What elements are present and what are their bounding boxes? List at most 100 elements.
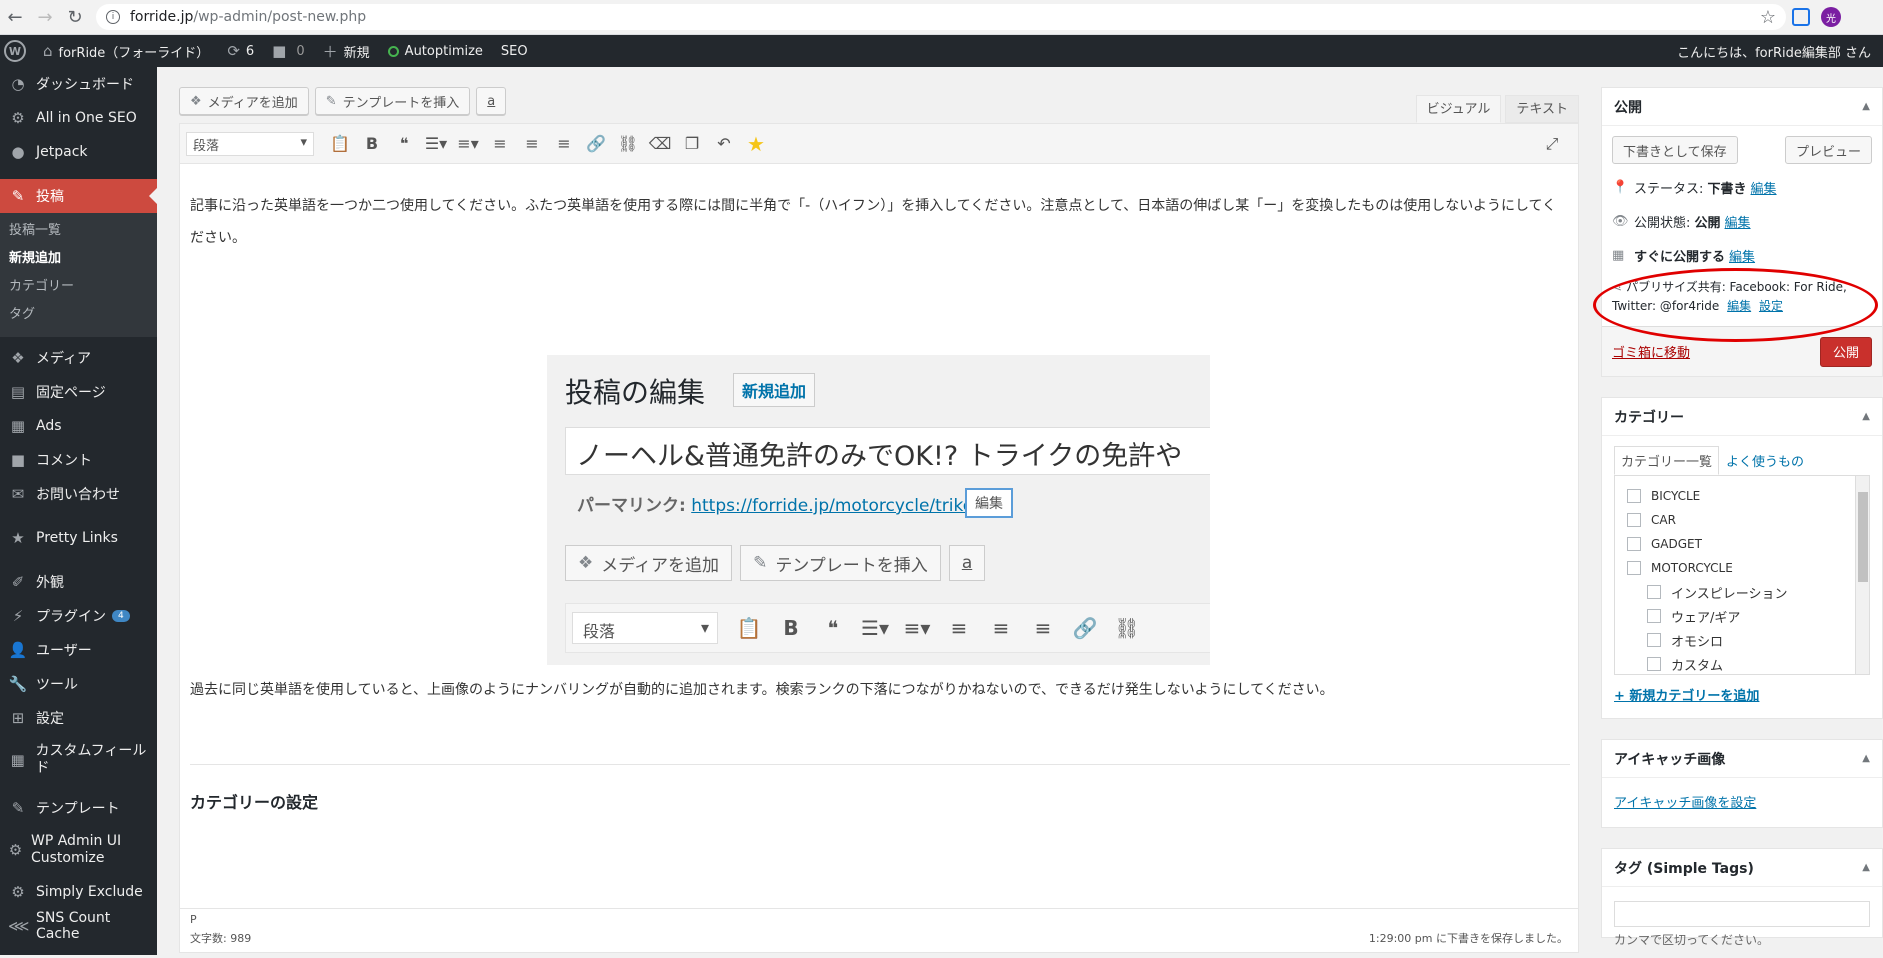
autoptimize-link[interactable]: Autoptimize: [379, 35, 492, 67]
sidebar-item-tools[interactable]: 🔧 ツール: [0, 667, 157, 701]
submenu-tags[interactable]: タグ: [0, 301, 157, 329]
format-select[interactable]: 段落: [186, 131, 314, 156]
status-edit-link[interactable]: 編集: [1751, 178, 1777, 197]
sidebar-item-pages[interactable]: ▤ 固定ページ: [0, 375, 157, 409]
comments-link[interactable]: ■ 0: [263, 35, 313, 67]
sidebar-item-posts[interactable]: ✎ 投稿: [0, 179, 157, 213]
profile-avatar[interactable]: 光: [1816, 2, 1846, 32]
submenu-add-new[interactable]: 新規追加: [0, 245, 157, 273]
amazon-button[interactable]: a: [476, 87, 507, 115]
category-scrollbar[interactable]: [1855, 476, 1869, 674]
visibility-edit-link[interactable]: 編集: [1725, 212, 1751, 231]
forward-icon[interactable]: →: [30, 2, 60, 32]
sidebar-item-media[interactable]: ❖ メディア: [0, 341, 157, 375]
link-icon[interactable]: 🔗: [580, 129, 612, 159]
tags-box-header[interactable]: タグ (Simple Tags) ▲: [1602, 849, 1882, 887]
sidebar-item-wp-admin-ui-customize[interactable]: ⚙ WP Admin UI Customize: [0, 825, 157, 875]
move-to-trash-link[interactable]: ゴミ箱に移動: [1612, 342, 1690, 361]
category-item[interactable]: ウェア/ギア: [1627, 604, 1857, 628]
submenu-all-posts[interactable]: 投稿一覧: [0, 217, 157, 245]
star-icon[interactable]: ★: [740, 129, 772, 159]
scrollbar-thumb[interactable]: [1858, 492, 1868, 582]
bold-icon[interactable]: B: [356, 129, 388, 159]
sidebar-item-simply-exclude[interactable]: ⚙ Simply Exclude: [0, 875, 157, 909]
category-item[interactable]: GADGET: [1627, 532, 1857, 556]
site-info-icon[interactable]: i: [106, 10, 120, 24]
insert-template-button[interactable]: ✎ テンプレートを挿入: [314, 87, 471, 115]
add-media-button[interactable]: ❖ メディアを追加: [179, 87, 309, 115]
updates-link[interactable]: ⟳ 6: [218, 35, 263, 67]
numbered-list-icon[interactable]: ≡▾: [452, 129, 484, 159]
tab-all-categories[interactable]: カテゴリー一覧: [1614, 446, 1720, 475]
checkbox[interactable]: [1627, 537, 1641, 551]
sidebar-item-ads[interactable]: ▦ Ads: [0, 409, 157, 443]
tab-visual[interactable]: ビジュアル: [1415, 95, 1502, 123]
save-draft-button[interactable]: 下書きとして保存: [1612, 136, 1738, 164]
checkbox[interactable]: [1627, 489, 1641, 503]
bullet-list-icon[interactable]: ☰▾: [420, 129, 452, 159]
tags-input[interactable]: [1614, 901, 1870, 927]
align-center-icon[interactable]: ≡: [516, 129, 548, 159]
sidebar-item-dashboard[interactable]: ◔ ダッシュボード: [0, 67, 157, 101]
sidebar-item-comments[interactable]: ■ コメント: [0, 443, 157, 477]
categories-box-header[interactable]: カテゴリー ▲: [1602, 398, 1882, 436]
sidebar-item-all-in-one-seo[interactable]: ⚙ All in One SEO: [0, 101, 157, 135]
align-left-icon[interactable]: ≡: [484, 129, 516, 159]
seo-link[interactable]: SEO: [492, 35, 537, 67]
howdy-account-link[interactable]: こんにちは、forRide編集部 さん: [1668, 35, 1883, 67]
collapse-arrow-icon[interactable]: ▲: [1862, 753, 1870, 764]
preview-button[interactable]: プレビュー: [1784, 136, 1872, 164]
tab-text[interactable]: テキスト: [1505, 95, 1579, 123]
extension-icon[interactable]: [1786, 2, 1816, 32]
address-bar[interactable]: i forride.jp/wp-admin/post-new.php ☆: [96, 4, 1786, 30]
sidebar-item-custom-fields[interactable]: ▦ カスタムフィールド: [0, 735, 157, 785]
undo-icon[interactable]: ↶: [708, 129, 740, 159]
reload-icon[interactable]: ↻: [60, 2, 90, 32]
checkbox[interactable]: [1647, 609, 1661, 623]
checkbox[interactable]: [1627, 561, 1641, 575]
collapse-arrow-icon[interactable]: ▲: [1862, 101, 1870, 112]
category-item[interactable]: オモシロ: [1627, 628, 1857, 652]
collapse-arrow-icon[interactable]: ▲: [1862, 411, 1870, 422]
category-item[interactable]: BICYCLE: [1627, 484, 1857, 508]
paste-icon[interactable]: 📋: [324, 129, 356, 159]
sidebar-item-settings[interactable]: ⊞ 設定: [0, 701, 157, 735]
checkbox[interactable]: [1647, 585, 1661, 599]
fullscreen-icon[interactable]: ⤢: [1536, 129, 1568, 159]
tab-popular-categories[interactable]: よく使うもの: [1719, 446, 1811, 475]
blockquote-icon[interactable]: ❝: [388, 129, 420, 159]
category-checklist[interactable]: BICYCLE CAR GADGET MOTORCYCLE インスピレーション …: [1614, 475, 1870, 675]
align-right-icon[interactable]: ≡: [548, 129, 580, 159]
checkbox[interactable]: [1647, 633, 1661, 647]
featured-image-header[interactable]: アイキャッチ画像 ▲: [1602, 740, 1882, 778]
wordpress-logo-icon[interactable]: W: [4, 40, 26, 62]
new-content-link[interactable]: ＋ 新規: [314, 35, 379, 67]
add-new-category-link[interactable]: + 新規カテゴリーを追加: [1614, 689, 1759, 704]
set-featured-image-link[interactable]: アイキャッチ画像を設定: [1614, 796, 1756, 811]
schedule-edit-link[interactable]: 編集: [1729, 246, 1755, 265]
editor-content[interactable]: 記事に沿った英単語を一つか二つ使用してください。ふたつ英単語を使用する際には間に…: [180, 164, 1578, 254]
sidebar-item-sns-count-cache[interactable]: ⋘ SNS Count Cache: [0, 909, 157, 943]
publish-box-header[interactable]: 公開 ▲: [1602, 88, 1882, 126]
eraser-icon[interactable]: ⌫: [644, 129, 676, 159]
site-name-link[interactable]: ⌂ forRide（フォーライド）: [34, 35, 218, 67]
category-item[interactable]: インスピレーション: [1627, 580, 1857, 604]
checkbox[interactable]: [1627, 513, 1641, 527]
category-item[interactable]: MOTORCYCLE: [1627, 556, 1857, 580]
sidebar-item-pretty-links[interactable]: ★ Pretty Links: [0, 521, 157, 555]
submenu-categories[interactable]: カテゴリー: [0, 273, 157, 301]
publish-button[interactable]: 公開: [1819, 336, 1872, 367]
sidebar-item-plugins[interactable]: ⚡ プラグイン 4: [0, 599, 157, 633]
checkbox[interactable]: [1647, 657, 1661, 671]
sidebar-item-templates[interactable]: ✎ テンプレート: [0, 791, 157, 825]
category-item[interactable]: カスタム: [1627, 652, 1857, 674]
collapse-arrow-icon[interactable]: ▲: [1862, 862, 1870, 873]
sidebar-item-appearance[interactable]: ✐ 外観: [0, 565, 157, 599]
back-icon[interactable]: ←: [0, 2, 30, 32]
copy-icon[interactable]: ❐: [676, 129, 708, 159]
sidebar-item-users[interactable]: 👤 ユーザー: [0, 633, 157, 667]
unlink-icon[interactable]: ⛓: [612, 129, 644, 159]
category-item[interactable]: CAR: [1627, 508, 1857, 532]
bookmark-star-icon[interactable]: ☆: [1760, 7, 1776, 28]
sidebar-item-contact[interactable]: ✉ お問い合わせ: [0, 477, 157, 511]
